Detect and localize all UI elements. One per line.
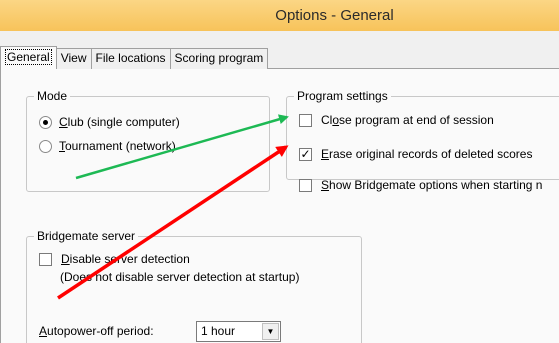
detection-note: (Does not disable server detection at st…	[60, 270, 300, 284]
program-settings-group: Program settings	[286, 89, 559, 180]
program-settings-title: Program settings	[294, 89, 391, 103]
mode-group-title: Mode	[34, 89, 71, 103]
disable-detection-checkbox[interactable]	[39, 252, 52, 266]
autopower-period-value: 1 hour	[201, 324, 236, 338]
tab-general-label: General	[5, 49, 52, 65]
checkbox-close-program[interactable]: Close program at end of session	[299, 112, 494, 128]
tab-scoring-program[interactable]: Scoring program	[170, 48, 269, 69]
window-title: Options - General	[275, 7, 394, 24]
bridgemate-server-title: Bridgemate server	[34, 229, 139, 243]
close-program-checkbox[interactable]	[299, 113, 312, 127]
autopower-label: Autopower-off period:	[39, 324, 154, 338]
checkbox-disable-detection[interactable]: Disable server detection	[39, 251, 190, 267]
radio-club-button[interactable]	[39, 115, 52, 129]
tab-general[interactable]: General	[0, 46, 57, 69]
tab-strip: General View File locations Scoring prog…	[0, 46, 269, 69]
disable-detection-label: Disable server detection	[61, 252, 190, 266]
tab-view[interactable]: View	[56, 48, 92, 69]
radio-tournament-button[interactable]	[39, 139, 52, 153]
chevron-down-icon[interactable]: ▼	[262, 323, 279, 340]
radio-selected-dot	[43, 119, 48, 125]
tab-scoring-program-label: Scoring program	[174, 51, 264, 65]
tab-file-locations-label: File locations	[95, 51, 166, 65]
radio-tournament[interactable]: Tournament (network)	[39, 138, 176, 154]
radio-tournament-label: Tournament (network)	[59, 139, 176, 153]
show-bridgemate-label: Show Bridgemate options when starting n	[321, 178, 543, 192]
checkbox-show-bridgemate[interactable]: Show Bridgemate options when starting n	[299, 177, 542, 193]
tab-view-label: View	[60, 51, 87, 65]
tab-file-locations[interactable]: File locations	[91, 48, 171, 69]
autopower-period-select[interactable]: 1 hour ▼	[196, 321, 281, 342]
title-bar: Options - General	[0, 0, 559, 31]
checkbox-erase-records[interactable]: ✓ Erase original records of deleted scor…	[299, 146, 532, 162]
show-bridgemate-checkbox[interactable]	[299, 178, 312, 192]
radio-club-label: Club (single computer)	[59, 115, 180, 129]
erase-records-label: Erase original records of deleted scores	[321, 147, 533, 161]
radio-club[interactable]: Club (single computer)	[39, 114, 180, 130]
erase-records-checkbox[interactable]: ✓	[299, 147, 312, 161]
close-program-label: Close program at end of session	[321, 113, 494, 127]
